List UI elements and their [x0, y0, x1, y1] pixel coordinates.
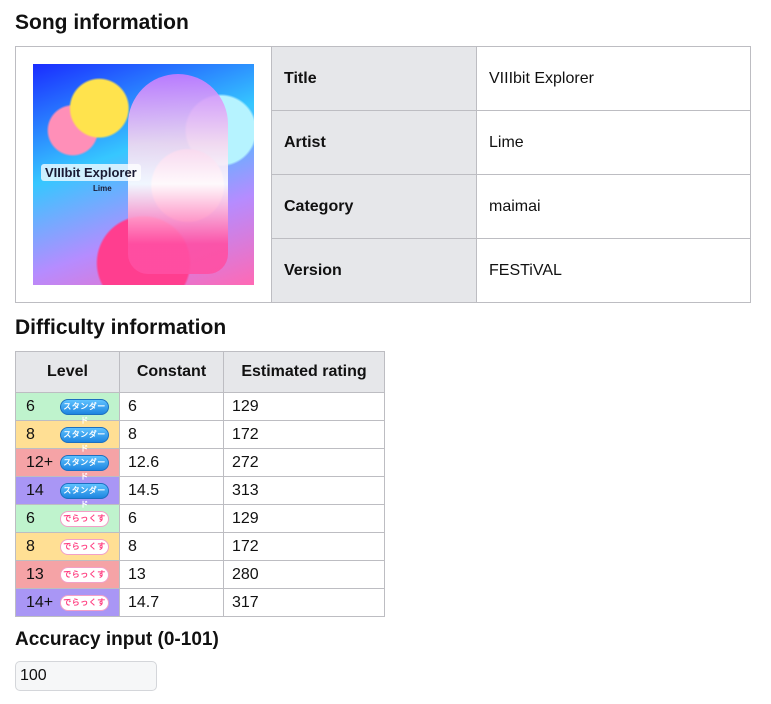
constant-cell: 6 — [119, 392, 224, 421]
song-value-artist: Lime — [476, 110, 751, 175]
difficulty-table: Level Constant Estimated rating 6 スタンダード … — [15, 351, 385, 617]
constant-cell: 13 — [119, 560, 224, 589]
difficulty-info-heading: Difficulty information — [15, 316, 227, 339]
accuracy-input[interactable] — [15, 661, 157, 691]
jacket-cell: VIIIbit Explorer Lime — [15, 46, 272, 303]
difficulty-row: 8 スタンダード 8 172 — [15, 420, 385, 453]
level-value: 14 — [26, 481, 44, 499]
constant-cell: 14.5 — [119, 476, 224, 505]
difficulty-row: 6 スタンダード 6 129 — [15, 392, 385, 425]
rating-cell: 317 — [223, 588, 385, 617]
level-cell: 13 でらっくす — [15, 560, 120, 589]
difficulty-row: 13 でらっくす 13 280 — [15, 560, 385, 589]
level-value: 14+ — [26, 593, 54, 611]
accuracy-input-heading: Accuracy input (0-101) — [15, 629, 219, 650]
song-value-version: FESTiVAL — [476, 238, 751, 303]
level-value: 12+ — [26, 453, 54, 471]
rating-cell: 129 — [223, 392, 385, 421]
standard-chart-badge-icon: スタンダード — [60, 426, 109, 453]
constant-cell: 14.7 — [119, 588, 224, 617]
level-value: 6 — [26, 509, 35, 527]
level-cell: 8 でらっくす — [15, 532, 120, 561]
level-cell: 6 でらっくす — [15, 504, 120, 533]
level-cell: 6 スタンダード — [15, 392, 120, 425]
standard-chart-badge-icon: スタンダード — [60, 398, 109, 425]
jacket-title-text: VIIIbit Explorer — [41, 164, 141, 181]
difficulty-row: 12+ スタンダード 12.6 272 — [15, 448, 385, 481]
level-cell: 14 スタンダード — [15, 476, 120, 509]
rating-cell: 129 — [223, 504, 385, 533]
difficulty-row: 14 スタンダード 14.5 313 — [15, 476, 385, 509]
rating-cell: 172 — [223, 532, 385, 561]
col-header-estimated-rating: Estimated rating — [223, 351, 385, 393]
page: Song information VIIIbit Explorer Lime T… — [0, 0, 771, 691]
level-cell: 12+ スタンダード — [15, 448, 120, 481]
jacket-artist-text: Lime — [93, 184, 112, 193]
standard-chart-badge-icon: スタンダード — [60, 482, 109, 509]
jacket-character — [128, 74, 228, 274]
song-label-title: Title — [271, 46, 477, 111]
level-value: 6 — [26, 397, 35, 415]
song-label-artist: Artist — [271, 110, 477, 175]
rating-cell: 313 — [223, 476, 385, 505]
level-value: 8 — [26, 537, 35, 555]
constant-cell: 8 — [119, 420, 224, 449]
song-value-title: VIIIbit Explorer — [476, 46, 751, 111]
col-header-constant: Constant — [119, 351, 224, 393]
constant-cell: 8 — [119, 532, 224, 561]
level-cell: 8 スタンダード — [15, 420, 120, 453]
rating-cell: 280 — [223, 560, 385, 589]
difficulty-header-row: Level Constant Estimated rating — [15, 351, 385, 393]
rating-cell: 172 — [223, 420, 385, 449]
deluxe-chart-badge-icon: でらっくす — [60, 566, 109, 583]
difficulty-row: 8 でらっくす 8 172 — [15, 532, 385, 561]
col-header-level: Level — [15, 351, 120, 393]
song-row-title: VIIIbit Explorer Lime Title VIIIbit Expl… — [15, 46, 751, 303]
deluxe-chart-badge-icon: でらっくす — [60, 594, 109, 611]
jacket-image: VIIIbit Explorer Lime — [33, 64, 254, 285]
song-label-category: Category — [271, 174, 477, 239]
song-value-category: maimai — [476, 174, 751, 239]
constant-cell: 12.6 — [119, 448, 224, 477]
deluxe-chart-badge-icon: でらっくす — [60, 510, 109, 527]
level-value: 13 — [26, 565, 44, 583]
standard-chart-badge-icon: スタンダード — [60, 454, 109, 481]
song-info-table: VIIIbit Explorer Lime Title VIIIbit Expl… — [15, 46, 751, 303]
song-label-version: Version — [271, 238, 477, 303]
level-value: 8 — [26, 425, 35, 443]
song-info-heading: Song information — [15, 11, 189, 34]
deluxe-chart-badge-icon: でらっくす — [60, 538, 109, 555]
level-cell: 14+ でらっくす — [15, 588, 120, 617]
difficulty-row: 6 でらっくす 6 129 — [15, 504, 385, 533]
difficulty-row: 14+ でらっくす 14.7 317 — [15, 588, 385, 617]
rating-cell: 272 — [223, 448, 385, 477]
constant-cell: 6 — [119, 504, 224, 533]
